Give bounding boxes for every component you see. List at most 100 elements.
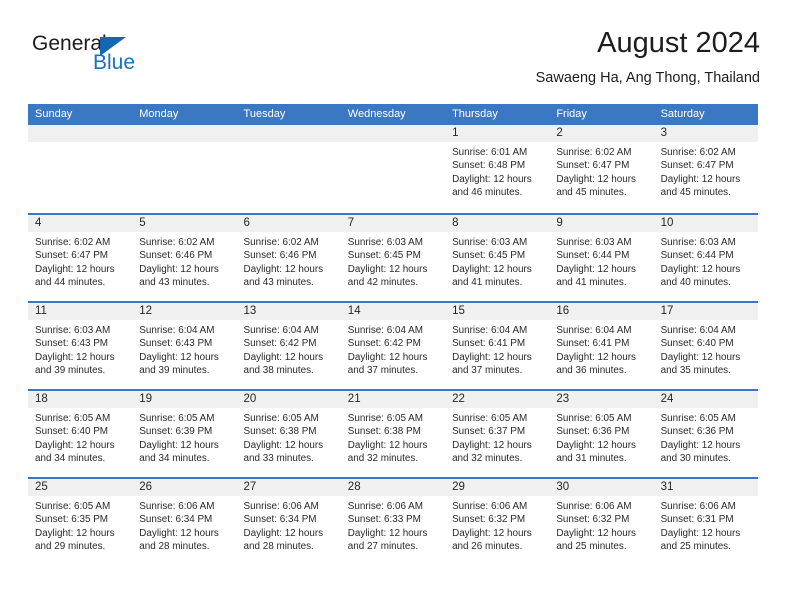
sunrise-text: Sunrise: 6:03 AM (35, 325, 111, 336)
daylight-text: Daylight: 12 hours (660, 173, 741, 185)
daylight-text-cont: and 45 minutes. (660, 187, 731, 199)
day-cell-1[interactable]: 1 Sunrise: 6:01 AM Sunset: 6:48 PM Daylight… (445, 125, 550, 213)
day-details: Sunrise: 6:04 AM Sunset: 6:43 PM Daylight:… (132, 320, 236, 378)
daylight-text: Daylight: 12 hours (347, 527, 428, 539)
day-number-band (28, 125, 133, 142)
day-cell-20[interactable]: 20 Sunrise: 6:05 AM Sunset: 6:38 PM Dayligh… (236, 391, 341, 477)
day-cell-27[interactable]: 27 Sunrise: 6:06 AM Sunset: 6:34 PM Dayligh… (236, 479, 341, 565)
day-number: 28 (347, 481, 361, 493)
day-cell-23[interactable]: 23 Sunrise: 6:05 AM Sunset: 6:36 PM Dayligh… (549, 391, 654, 477)
day-number-band: 21 (340, 391, 446, 408)
day-number-band: 13 (236, 303, 341, 320)
general-blue-logo[interactable]: General Blue (32, 32, 212, 84)
sunrise-text: Sunrise: 6:06 AM (347, 501, 423, 512)
day-number: 24 (660, 393, 674, 405)
sunset-text: Sunset: 6:40 PM (35, 426, 109, 438)
day-cell-14[interactable]: 14 Sunrise: 6:04 AM Sunset: 6:42 PM Dayligh… (340, 303, 446, 389)
daylight-text-cont: and 45 minutes. (556, 187, 627, 199)
daylight-text-cont: and 32 minutes. (347, 453, 419, 465)
day-cell-4[interactable]: 4 Sunrise: 6:02 AM Sunset: 6:47 PM Daylight… (28, 215, 133, 301)
sunrise-text: Sunrise: 6:04 AM (660, 325, 736, 336)
daylight-text: Daylight: 12 hours (347, 439, 428, 451)
sunset-text: Sunset: 6:44 PM (660, 250, 734, 262)
daylight-text-cont: and 42 minutes. (347, 277, 419, 289)
day-number: 30 (556, 481, 570, 493)
daylight-text: Daylight: 12 hours (556, 527, 636, 539)
day-cell-29[interactable]: 29 Sunrise: 6:06 AM Sunset: 6:32 PM Dayligh… (445, 479, 550, 565)
sunrise-text: Sunrise: 6:06 AM (452, 501, 528, 512)
sunset-text: Sunset: 6:40 PM (660, 338, 734, 350)
day-cell-16[interactable]: 16 Sunrise: 6:04 AM Sunset: 6:41 PM Dayligh… (549, 303, 654, 389)
location-subtitle: Sawaeng Ha, Ang Thong, Thailand (535, 70, 760, 86)
day-details (341, 142, 445, 146)
weekday-header-friday: Friday (556, 108, 587, 120)
day-number-band (236, 125, 341, 142)
daylight-text: Daylight: 12 hours (35, 439, 115, 451)
sunset-text: Sunset: 6:31 PM (660, 514, 734, 526)
day-cell-9[interactable]: 9 Sunrise: 6:03 AM Sunset: 6:44 PM Daylight… (549, 215, 654, 301)
sunset-text: Sunset: 6:38 PM (243, 426, 317, 438)
sunset-text: Sunset: 6:36 PM (556, 426, 630, 438)
day-details: Sunrise: 6:05 AM Sunset: 6:40 PM Daylight:… (28, 408, 132, 466)
day-number-band: 12 (132, 303, 237, 320)
sunrise-text: Sunrise: 6:06 AM (243, 501, 319, 512)
day-cell-22[interactable]: 22 Sunrise: 6:05 AM Sunset: 6:37 PM Dayligh… (445, 391, 550, 477)
day-cell-8[interactable]: 8 Sunrise: 6:03 AM Sunset: 6:45 PM Daylight… (445, 215, 550, 301)
sunset-text: Sunset: 6:32 PM (556, 514, 630, 526)
day-number: 19 (139, 393, 153, 405)
day-cell-10[interactable]: 10 Sunrise: 6:03 AM Sunset: 6:44 PM Dayligh… (653, 215, 758, 301)
day-cell-17[interactable]: 17 Sunrise: 6:04 AM Sunset: 6:40 PM Dayligh… (653, 303, 758, 389)
day-cell-26[interactable]: 26 Sunrise: 6:06 AM Sunset: 6:34 PM Dayligh… (132, 479, 237, 565)
day-details: Sunrise: 6:02 AM Sunset: 6:47 PM Daylight:… (28, 232, 132, 290)
day-number: 11 (35, 305, 47, 317)
daylight-text-cont: and 29 minutes. (35, 541, 106, 553)
day-cell-7[interactable]: 7 Sunrise: 6:03 AM Sunset: 6:45 PM Daylight… (340, 215, 446, 301)
day-details: Sunrise: 6:03 AM Sunset: 6:45 PM Daylight:… (445, 232, 549, 290)
sunrise-text: Sunrise: 6:06 AM (556, 501, 632, 512)
day-cell-28[interactable]: 28 Sunrise: 6:06 AM Sunset: 6:33 PM Dayligh… (340, 479, 446, 565)
day-cell-13[interactable]: 13 Sunrise: 6:04 AM Sunset: 6:42 PM Dayligh… (236, 303, 341, 389)
day-details: Sunrise: 6:04 AM Sunset: 6:40 PM Daylight:… (654, 320, 758, 378)
sunset-text: Sunset: 6:37 PM (452, 426, 526, 438)
sunrise-text: Sunrise: 6:02 AM (243, 237, 319, 248)
day-cell-6[interactable]: 6 Sunrise: 6:02 AM Sunset: 6:46 PM Daylight… (236, 215, 341, 301)
sunrise-text: Sunrise: 6:01 AM (452, 147, 528, 158)
daylight-text-cont: and 39 minutes. (35, 365, 106, 377)
day-cell-25[interactable]: 25 Sunrise: 6:05 AM Sunset: 6:35 PM Dayligh… (28, 479, 133, 565)
day-cell-3[interactable]: 3 Sunrise: 6:02 AM Sunset: 6:47 PM Daylight… (653, 125, 758, 213)
day-number-band: 25 (28, 479, 133, 496)
day-cell-24[interactable]: 24 Sunrise: 6:05 AM Sunset: 6:36 PM Dayligh… (653, 391, 758, 477)
day-cell-12[interactable]: 12 Sunrise: 6:04 AM Sunset: 6:43 PM Dayligh… (132, 303, 237, 389)
day-number: 26 (139, 481, 153, 493)
sunrise-text: Sunrise: 6:04 AM (347, 325, 423, 336)
day-details: Sunrise: 6:05 AM Sunset: 6:37 PM Daylight:… (445, 408, 549, 466)
calendar-week-row: 4 Sunrise: 6:02 AM Sunset: 6:47 PM Daylight… (28, 213, 758, 301)
day-cell-19[interactable]: 19 Sunrise: 6:05 AM Sunset: 6:39 PM Dayligh… (132, 391, 237, 477)
day-cell-18[interactable]: 18 Sunrise: 6:05 AM Sunset: 6:40 PM Dayligh… (28, 391, 133, 477)
day-number-band: 10 (653, 215, 758, 232)
day-number-band: 3 (653, 125, 758, 142)
day-details: Sunrise: 6:02 AM Sunset: 6:47 PM Daylight:… (654, 142, 758, 200)
day-number-band: 11 (28, 303, 133, 320)
day-cell-5[interactable]: 5 Sunrise: 6:02 AM Sunset: 6:46 PM Daylight… (132, 215, 237, 301)
daylight-text: Daylight: 12 hours (452, 527, 532, 539)
daylight-text: Daylight: 12 hours (660, 263, 741, 275)
daylight-text: Daylight: 12 hours (556, 173, 636, 185)
sunrise-text: Sunrise: 6:05 AM (243, 413, 319, 424)
sunrise-text: Sunrise: 6:04 AM (556, 325, 632, 336)
day-number: 13 (243, 305, 257, 317)
day-cell-31[interactable]: 31 Sunrise: 6:06 AM Sunset: 6:31 PM Dayligh… (653, 479, 758, 565)
day-cell-11[interactable]: 11 Sunrise: 6:03 AM Sunset: 6:43 PM Dayligh… (28, 303, 133, 389)
day-number-band: 24 (653, 391, 758, 408)
day-cell-30[interactable]: 30 Sunrise: 6:06 AM Sunset: 6:32 PM Dayligh… (549, 479, 654, 565)
day-number-band: 6 (236, 215, 341, 232)
calendar-grid: Sunday Monday Tuesday Wednesday Thursday Frid… (28, 104, 758, 565)
daylight-text-cont: and 31 minutes. (556, 453, 627, 465)
day-details: Sunrise: 6:06 AM Sunset: 6:33 PM Daylight:… (341, 496, 445, 554)
daylight-text-cont: and 36 minutes. (556, 365, 627, 377)
day-cell-2[interactable]: 2 Sunrise: 6:02 AM Sunset: 6:47 PM Daylight… (549, 125, 654, 213)
day-cell-15[interactable]: 15 Sunrise: 6:04 AM Sunset: 6:41 PM Dayligh… (445, 303, 550, 389)
day-cell-21[interactable]: 21 Sunrise: 6:05 AM Sunset: 6:38 PM Dayligh… (340, 391, 446, 477)
sunset-text: Sunset: 6:36 PM (660, 426, 734, 438)
day-number: 1 (452, 127, 459, 139)
